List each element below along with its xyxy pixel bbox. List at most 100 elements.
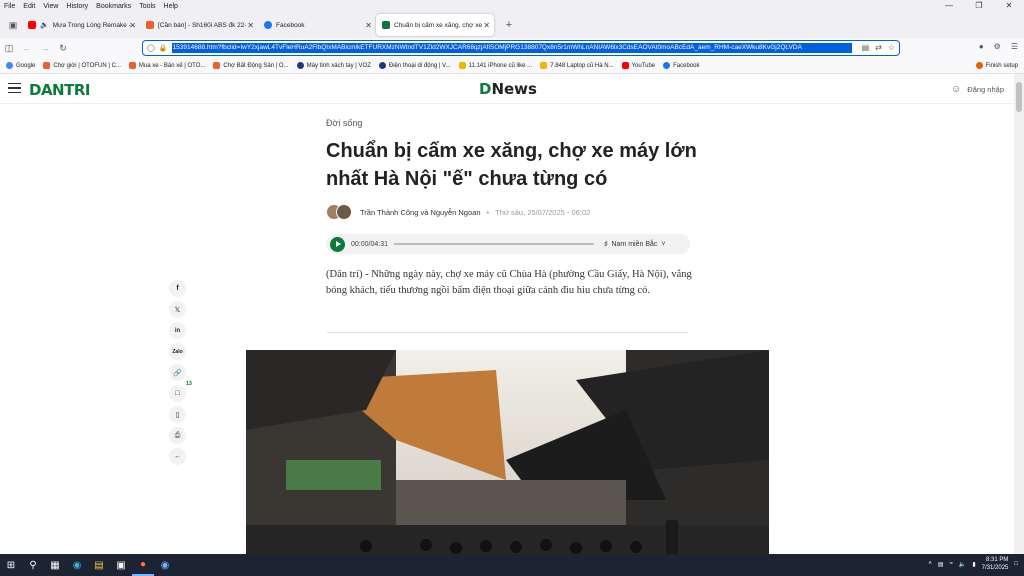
sidebar-icon[interactable]: ◫ [0,43,18,54]
bookmark-otofun-chogioi[interactable]: Chợ giời | OTOFUN | C... [43,62,121,69]
print-icon[interactable]: ⎙ [169,427,186,444]
restore-icon[interactable]: ❐ [964,0,994,12]
edge-icon[interactable]: ◉ [66,554,88,576]
x-share-icon[interactable]: 𝕏 [169,301,186,318]
address-bar[interactable]: ◯ 🔒 153914688.htm?fbclid=IwY2xjawL4TvFle… [142,40,900,56]
play-icon[interactable] [330,236,345,252]
tab-overview-icon[interactable]: ▣ [4,20,22,31]
article-photo[interactable] [246,350,769,554]
youtube-icon [28,21,36,29]
chotot-icon [458,62,466,69]
dantri-logo[interactable]: DANTRI [29,81,90,99]
tab-dantri[interactable]: Chuẩn bị cấm xe xăng, chợ xe m ✕ [376,14,494,36]
bookmark-google[interactable]: Google [6,62,35,69]
menu-help[interactable]: Help [164,3,178,10]
firefox-icon [975,62,983,69]
reader-view-icon[interactable]: ▤ [862,43,870,52]
bookmark-facebook[interactable]: Facebook [663,62,700,69]
translate-icon[interactable]: ⇄ [875,43,882,52]
finish-setup-button[interactable]: Finish setup [975,62,1018,69]
hamburger-menu-icon[interactable] [8,83,21,93]
close-tab-icon[interactable]: ✕ [247,21,254,30]
zalo-taskbar-icon[interactable]: ◉ [154,554,176,576]
battery-icon[interactable]: ▮ [972,561,975,568]
article-byline: Trần Thành Công và Nguyễn Ngoan • Thứ sá… [326,203,590,221]
menu-file[interactable]: File [4,3,15,10]
login-button[interactable]: ☺ Đăng nhập [951,84,1004,95]
clock[interactable]: 8:31 PM 7/31/2025 [982,556,1009,572]
comment-icon[interactable]: □ 13 [169,381,192,402]
volume-icon[interactable]: 🔈 [959,561,966,568]
author-names[interactable]: Trần Thành Công và Nguyễn Ngoan [360,208,481,217]
bookmark-voz-phone[interactable]: Điện thoại di động | V... [378,62,451,69]
bookmark-chotot-iphone[interactable]: 11.141 iPhone cũ like ... [458,62,532,69]
facebook-icon [264,21,272,29]
close-tab-icon[interactable]: ✕ [483,21,490,30]
tab-label: [Cần bán] - Sh160i ABS đk 22-1 [158,21,246,29]
share-toolbar: f 𝕏 in Zalo 🔗 □ 13 ▯ ⎙ ← [169,280,192,465]
avatar[interactable] [336,204,352,220]
tab-youtube[interactable]: 🔈 Mưa Trong Lòng Remake - ✕ [22,14,140,36]
network-icon[interactable]: ▤ [938,561,944,568]
search-icon[interactable]: ⚲ [22,554,44,576]
url-text[interactable]: 153914688.htm?fbclid=IwY2xjawL4TvFleHRuA… [171,43,852,53]
bookmark-icon[interactable]: ▯ [169,406,186,423]
windows-start-icon[interactable]: ⊞ [0,554,22,576]
bookmark-otofun-bds[interactable]: Chợ Bất Động Sản | O... [213,62,289,69]
forward-icon[interactable]: → [36,43,54,53]
scrollbar-thumb[interactable] [1016,82,1022,112]
speaker-icon[interactable]: 🔈 [40,21,49,29]
tab-otofun[interactable]: [Cần bán] - Sh160i ABS đk 22-1 ✕ [140,14,258,36]
chevron-up-icon[interactable]: ˄ [928,561,932,567]
bookmarks-bar: Google Chợ giời | OTOFUN | C... Mua xe -… [0,58,1024,74]
copy-link-icon[interactable]: 🔗 [169,364,186,381]
publish-time: Thứ sáu, 25/07/2025 - 06:02 [495,207,591,217]
firefox-taskbar-icon[interactable]: ● [132,554,154,576]
wifi-icon[interactable]: ≈ [950,561,953,567]
menu-view[interactable]: View [43,3,58,10]
close-tab-icon[interactable]: ✕ [365,21,372,30]
bookmark-youtube[interactable]: YouTube [621,62,655,69]
menu-tools[interactable]: Tools [139,3,155,10]
menu-edit[interactable]: Edit [23,3,35,10]
back-arrow-icon[interactable]: ← [169,448,186,465]
shield-icon[interactable]: ◯ [147,44,155,52]
voice-selector[interactable]: ♯ Nam miền Bắc ˅ [604,241,666,248]
divider [326,332,688,333]
tab-label: Mưa Trong Lòng Remake - [52,21,131,29]
minimize-icon[interactable]: — [934,0,964,12]
article-category[interactable]: Đời sống [326,118,362,128]
menu-history[interactable]: History [66,3,88,10]
byline-separator: • [486,207,490,217]
new-tab-icon[interactable]: + [500,19,518,31]
bookmark-star-icon[interactable]: ☆ [888,43,895,52]
close-tab-icon[interactable]: ✕ [129,21,136,30]
task-view-icon[interactable]: ▦ [44,554,66,576]
menu-icon[interactable]: ☰ [1011,42,1018,51]
back-icon[interactable]: ← [18,43,36,53]
linkedin-share-icon[interactable]: in [169,322,186,339]
user-icon: ☺ [951,84,962,95]
file-explorer-icon[interactable]: ▤ [88,554,110,576]
page-scrollbar[interactable] [1014,74,1024,554]
menu-bookmarks[interactable]: Bookmarks [96,3,131,10]
dnews-logo[interactable]: DNews [479,80,537,98]
tab-facebook[interactable]: Facebook ✕ [258,14,376,36]
facebook-share-icon[interactable]: f [169,280,186,297]
bookmark-voz-laptop[interactable]: Máy tính xách tay | VOZ [296,62,371,69]
voz-icon [378,62,386,69]
lock-icon[interactable]: 🔒 [159,44,168,52]
reload-icon[interactable]: ↻ [54,43,72,54]
bookmark-chotot-laptop[interactable]: 7.848 Laptop cũ Hà N... [540,62,614,69]
zalo-share-icon[interactable]: Zalo [169,343,186,360]
otofun-icon [128,62,136,69]
notification-icon[interactable]: □ [1014,561,1018,567]
tab-label: Facebook [276,21,305,29]
store-icon[interactable]: ▣ [110,554,132,576]
bookmark-otofun-muaxe[interactable]: Mua xe - Bán xế | OTO... [128,62,205,69]
system-tray: ˄ ▤ ≈ 🔈 ▮ 8:31 PM 7/31/2025 □ [928,556,1018,572]
audio-progress-bar[interactable] [393,243,594,245]
extensions-icon[interactable]: ⚙ [994,42,1001,51]
close-window-icon[interactable]: ✕ [994,0,1024,12]
account-icon[interactable]: ● [979,42,984,51]
